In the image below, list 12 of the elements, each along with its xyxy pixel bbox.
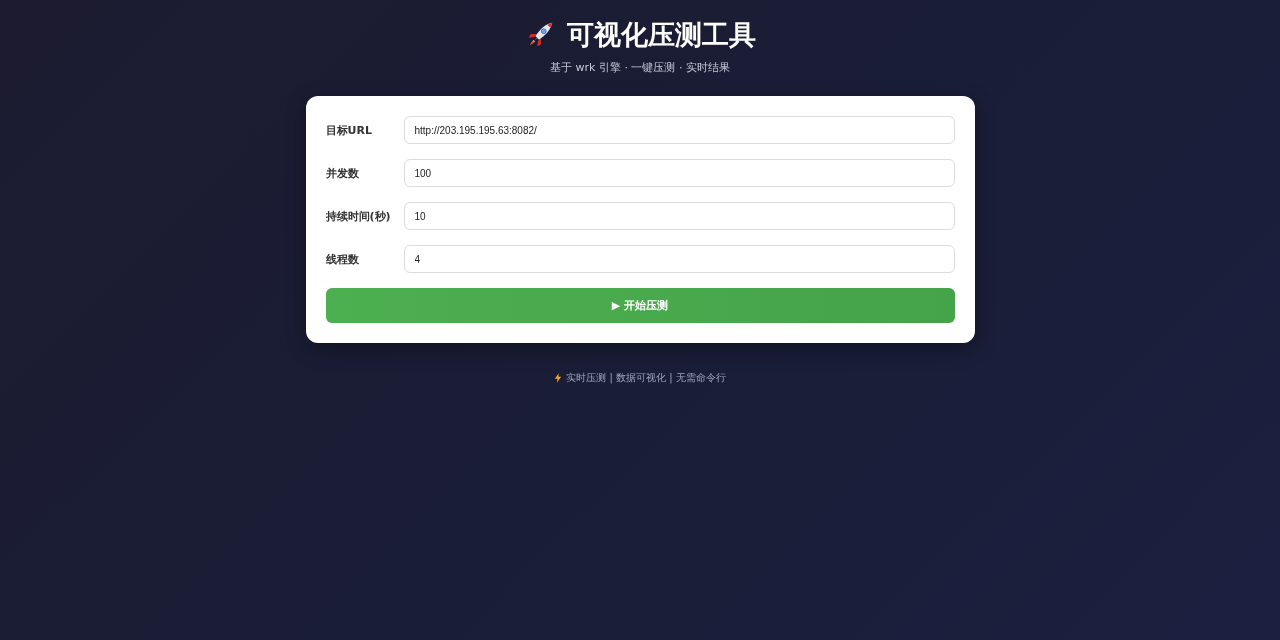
url-field[interactable]: http://203.195.195.63:8082/ — [403, 116, 955, 144]
footer-text: 实时压测 | 数据可视化 | 无需命令行 — [566, 371, 726, 385]
concurrency-field[interactable]: 100 — [403, 159, 955, 187]
threads-label: 线程数 — [325, 251, 360, 267]
url-label: 目标URL — [325, 122, 373, 138]
app-title: 可视化压测工具 — [566, 18, 756, 52]
threads-field[interactable]: 4 — [403, 245, 955, 273]
duration-label: 持续时间(秒) — [325, 208, 392, 224]
app-subtitle: 基于 wrk 引擎 · 一键压测 · 实时结果 — [550, 61, 730, 75]
lightning-icon — [554, 373, 563, 383]
duration-field[interactable]: 10 — [403, 202, 955, 230]
concurrency-label: 并发数 — [325, 165, 360, 181]
